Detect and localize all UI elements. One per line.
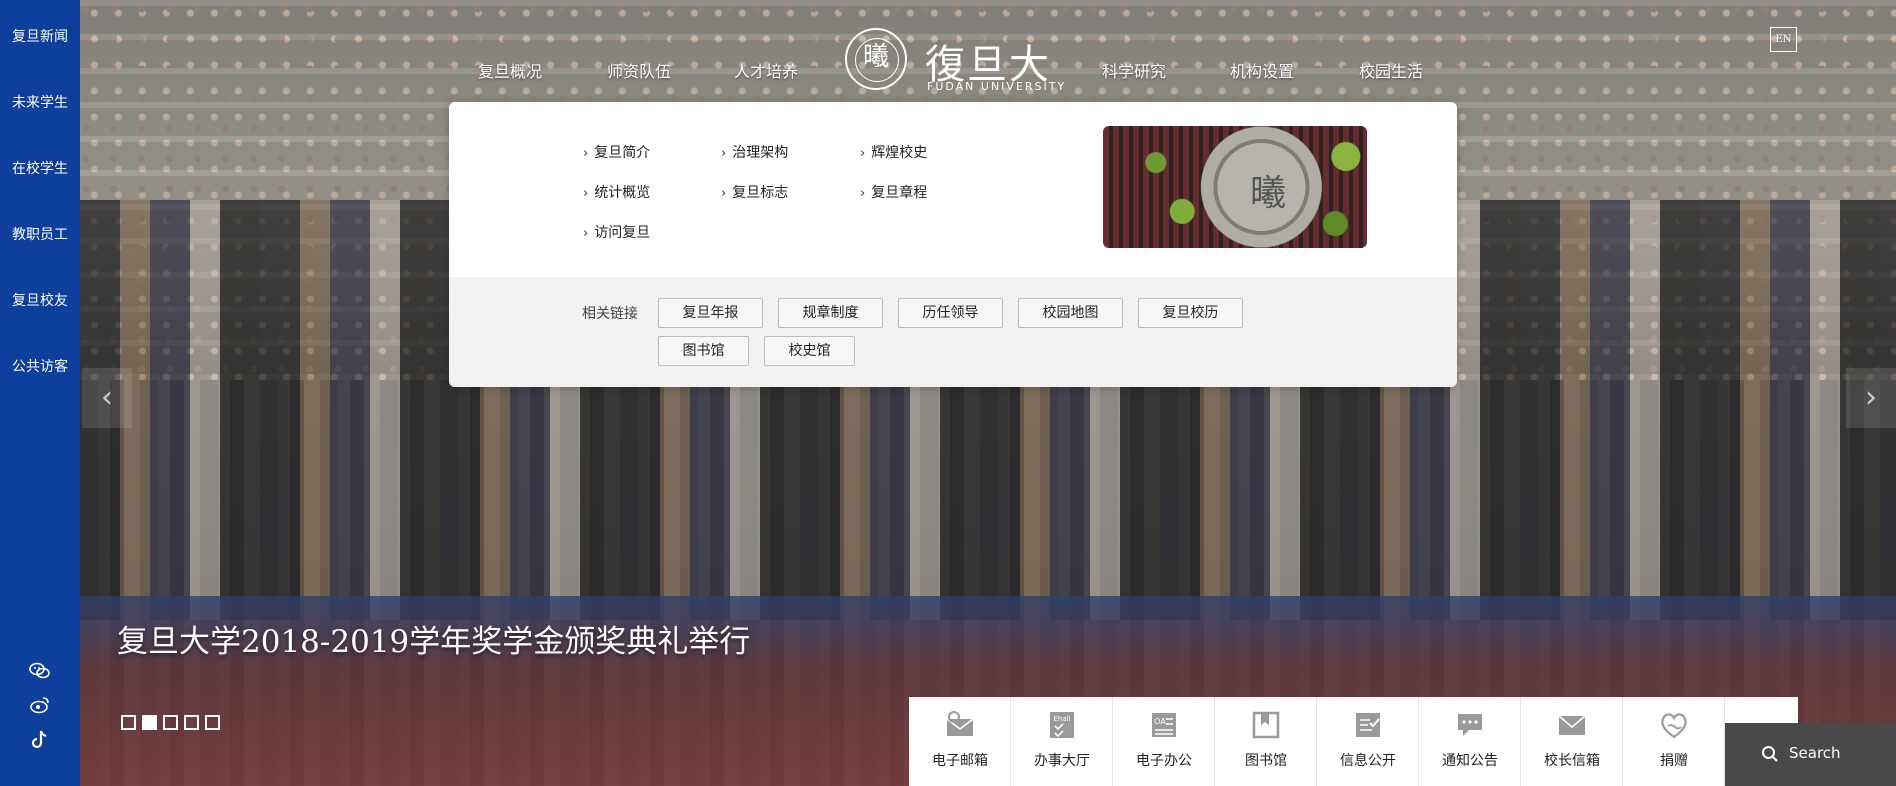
sidebar-item-faculty-staff[interactable]: 教职员工 xyxy=(0,206,80,264)
sidebar-item-current-students[interactable]: 在校学生 xyxy=(0,140,80,198)
sidebar-item-alumni[interactable]: 复旦校友 xyxy=(0,272,80,330)
quicklink-service-hall[interactable]: Ehall 办事大厅 xyxy=(1011,697,1113,786)
chevron-right-icon: › xyxy=(860,146,866,161)
seal-stone-thumbnail[interactable]: 曦 xyxy=(1103,126,1367,248)
menu-item-label: 复旦标志 xyxy=(732,185,789,201)
search-icon xyxy=(1762,746,1778,762)
info-public-icon xyxy=(1356,713,1380,737)
president-mail-icon xyxy=(1558,715,1586,735)
menu-item-label: 复旦章程 xyxy=(871,185,928,201)
quicklink-label: 电子办公 xyxy=(1136,753,1192,769)
menu-item-history[interactable]: › 辉煌校史 xyxy=(860,142,927,162)
quicklink-office[interactable]: OA 电子办公 xyxy=(1113,697,1215,786)
donate-icon xyxy=(1661,713,1687,739)
topnav-faculty[interactable]: 师资队伍 xyxy=(607,58,671,82)
related-library[interactable]: 图书馆 xyxy=(658,336,749,366)
carousel-dot[interactable] xyxy=(205,715,220,730)
service-hall-icon: Ehall xyxy=(1050,712,1074,738)
menu-item-label: 统计概览 xyxy=(594,185,651,201)
mail-icon xyxy=(946,711,974,736)
related-campus-map[interactable]: 校园地图 xyxy=(1018,298,1123,328)
quicklink-library[interactable]: 图书馆 xyxy=(1215,697,1317,786)
chevron-right-icon: › xyxy=(721,186,727,201)
quicklink-label: 办事大厅 xyxy=(1034,753,1090,769)
menu-item-intro[interactable]: › 复旦简介 xyxy=(583,142,650,162)
svg-text:Ehall: Ehall xyxy=(1053,715,1070,723)
quicklink-email[interactable]: 电子邮箱 xyxy=(909,697,1011,786)
chevron-right-icon: › xyxy=(721,146,727,161)
wechat-icon[interactable] xyxy=(29,660,51,682)
language-switch-button[interactable]: EN xyxy=(1770,27,1797,52)
quicklink-label: 捐赠 xyxy=(1660,753,1688,769)
quicklink-label: 校长信箱 xyxy=(1544,753,1600,769)
search-button[interactable]: Search xyxy=(1725,723,1896,786)
chevron-right-icon: › xyxy=(1865,380,1877,415)
carousel-dot-active[interactable] xyxy=(142,715,157,730)
quicklink-label: 图书馆 xyxy=(1245,753,1287,769)
carousel-prev-button[interactable]: ‹ xyxy=(82,368,132,428)
carousel-dot[interactable] xyxy=(184,715,199,730)
related-calendar[interactable]: 复旦校历 xyxy=(1138,298,1243,328)
menu-item-label: 治理架构 xyxy=(732,145,789,161)
chevron-right-icon: › xyxy=(583,146,589,161)
carousel-dot[interactable] xyxy=(163,715,178,730)
quicklink-label: 通知公告 xyxy=(1442,753,1498,769)
quicklink-label: 电子邮箱 xyxy=(932,753,988,769)
menu-item-governance[interactable]: › 治理架构 xyxy=(721,142,788,162)
related-history-museum[interactable]: 校史馆 xyxy=(764,336,855,366)
library-icon xyxy=(1252,711,1280,739)
menu-item-statistics[interactable]: › 统计概览 xyxy=(583,182,650,202)
social-links xyxy=(0,660,80,762)
slide-headline[interactable]: 复旦大学2018-2019学年奖学金颁奖典礼举行 xyxy=(117,616,750,661)
related-links-label: 相关链接 xyxy=(582,306,638,322)
leaves-decoration xyxy=(1103,126,1367,248)
notice-icon xyxy=(1458,714,1482,736)
menu-item-visit[interactable]: › 访问复旦 xyxy=(583,222,650,242)
douyin-icon[interactable] xyxy=(29,728,51,750)
search-label: Search xyxy=(1789,744,1841,762)
related-past-leaders[interactable]: 历任领导 xyxy=(898,298,1003,328)
sidebar-item-visitors[interactable]: 公共访客 xyxy=(0,338,80,396)
office-icon: OA xyxy=(1152,713,1176,737)
quicklink-notice[interactable]: 通知公告 xyxy=(1419,697,1521,786)
topnav-research[interactable]: 科学研究 xyxy=(1102,58,1166,82)
logo-english-name: FUDAN UNIVERSITY xyxy=(927,80,1067,93)
quicklink-president-mail[interactable]: 校长信箱 xyxy=(1521,697,1623,786)
thumbnail-seal-character: 曦 xyxy=(1249,173,1286,214)
chevron-right-icon: › xyxy=(583,186,589,201)
topnav-education[interactable]: 人才培养 xyxy=(734,58,798,82)
related-annual-report[interactable]: 复旦年报 xyxy=(658,298,763,328)
overview-dropdown-panel: › 复旦简介 › 治理架构 › 辉煌校史 › 统计概览 › 复旦标志 › 复旦章程 › 访问复… xyxy=(449,102,1457,387)
quicklink-info-public[interactable]: 信息公开 xyxy=(1317,697,1419,786)
related-regulations[interactable]: 规章制度 xyxy=(778,298,883,328)
topnav-overview[interactable]: 复旦概况 xyxy=(478,58,542,82)
weibo-icon[interactable] xyxy=(29,694,51,716)
topnav-campus-life[interactable]: 校园生活 xyxy=(1359,58,1423,82)
topnav-organization[interactable]: 机构设置 xyxy=(1230,58,1294,82)
fudan-logo[interactable]: 曦 復旦大學 FUDAN UNIVERSITY xyxy=(845,24,1075,146)
quick-links-bar: 电子邮箱 Ehall 办事大厅 OA 电子办公 图书馆 信息公开 通知公告 校长… xyxy=(909,697,1798,786)
quicklink-label: 信息公开 xyxy=(1340,753,1396,769)
menu-item-charter[interactable]: › 复旦章程 xyxy=(860,182,927,202)
menu-item-label: 辉煌校史 xyxy=(871,145,928,161)
menu-item-label: 访问复旦 xyxy=(594,225,651,241)
left-sidebar: 复旦新闻 未来学生 在校学生 教职员工 复旦校友 公共访客 xyxy=(0,0,80,786)
menu-item-label: 复旦简介 xyxy=(594,145,651,161)
carousel-dot[interactable] xyxy=(121,715,136,730)
menu-item-emblem[interactable]: › 复旦标志 xyxy=(721,182,788,202)
carousel-next-button[interactable]: › xyxy=(1846,368,1896,428)
seal-character: 曦 xyxy=(862,42,889,72)
svg-text:OA: OA xyxy=(1154,717,1166,726)
chevron-left-icon: ‹ xyxy=(101,380,113,415)
quicklink-donate[interactable]: 捐赠 xyxy=(1623,697,1725,786)
related-links-bar: 相关链接 复旦年报 规章制度 历任领导 校园地图 复旦校历 图书馆 校史馆 xyxy=(449,277,1457,387)
carousel-indicators xyxy=(121,715,226,734)
chevron-right-icon: › xyxy=(583,226,589,241)
chevron-right-icon: › xyxy=(860,186,866,201)
